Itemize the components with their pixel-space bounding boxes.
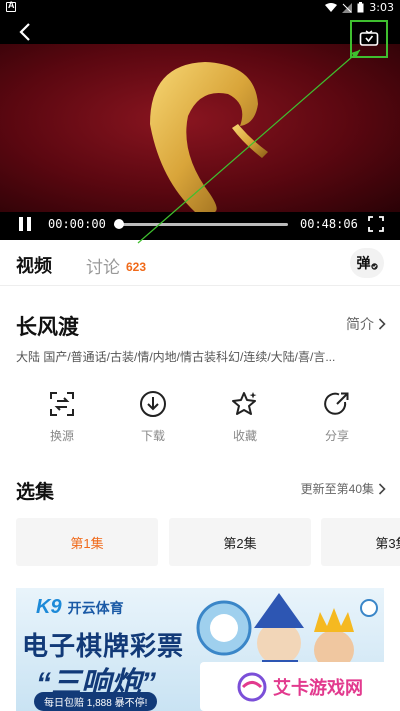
episode-item-2[interactable]: 第2集	[169, 518, 311, 566]
danmu-toggle-button[interactable]: 弹	[350, 248, 384, 278]
total-time: 00:48:06	[300, 217, 358, 231]
tv-cast-icon	[359, 30, 379, 46]
clock: 3:03	[369, 1, 394, 14]
download-icon	[140, 391, 166, 417]
episode-item-1[interactable]: 第1集	[16, 518, 158, 566]
cast-tv-button[interactable]	[350, 20, 388, 58]
watermark-text: 艾卡游戏网	[273, 677, 363, 698]
favorite-button[interactable]: 收藏	[215, 390, 275, 444]
video-player[interactable]: 00:00:00 00:48:06	[0, 16, 400, 240]
video-frame	[0, 44, 400, 212]
signal-icon	[342, 2, 353, 13]
current-time: 00:00:00	[48, 217, 106, 231]
chevron-right-icon	[378, 482, 386, 495]
danmu-check-icon	[370, 262, 378, 270]
ad-brand-logo: K9	[36, 596, 62, 618]
back-arrow-icon[interactable]	[16, 22, 36, 42]
episode-list: 第1集 第2集 第3集	[16, 518, 400, 566]
player-controls: 00:00:00 00:48:06	[0, 210, 400, 240]
switch-source-icon	[50, 392, 74, 416]
episodes-title: 选集	[16, 482, 55, 503]
site-watermark: 艾卡游戏网	[200, 662, 400, 711]
download-button[interactable]: 下载	[123, 390, 183, 444]
intro-link[interactable]: 简介	[346, 314, 386, 334]
episode-item-3[interactable]: 第3集	[321, 518, 400, 566]
ad-brand-name: 开云体育	[67, 599, 124, 616]
favorite-label: 收藏	[232, 429, 257, 443]
star-icon	[232, 392, 257, 415]
battery-icon	[357, 2, 364, 13]
intro-label: 简介	[346, 316, 374, 332]
progress-thumb[interactable]	[114, 219, 124, 229]
tab-bar: 视频 讨论 623 弹	[0, 240, 400, 286]
progress-bar[interactable]	[114, 219, 288, 229]
ad-pill: 每日包赔 1,888 暴不停!	[34, 692, 158, 711]
chevron-right-icon	[378, 318, 386, 330]
show-title: 长风渡	[16, 316, 79, 339]
episodes-more-link[interactable]: 更新至第40集	[301, 480, 386, 497]
show-tags: 大陆 国产/普通话/古装/情/内地/情古装科幻/连续/大陆/喜/言...	[16, 350, 336, 364]
danmu-label: 弹	[356, 255, 371, 271]
switch-source-button[interactable]: 换源	[32, 390, 92, 444]
share-button[interactable]: 分享	[307, 390, 367, 444]
download-label: 下载	[140, 429, 165, 443]
wifi-icon	[325, 2, 338, 12]
fullscreen-icon[interactable]	[368, 216, 384, 232]
discuss-count-badge: 623	[126, 260, 147, 274]
watermark-logo-icon	[237, 672, 267, 701]
switch-source-label: 换源	[49, 429, 74, 443]
update-status: 更新至第40集	[300, 482, 374, 496]
app-notification-icon	[6, 0, 16, 12]
action-row: 换源 下载 收藏 分享	[0, 390, 400, 450]
tab-discuss[interactable]: 讨论	[86, 253, 120, 278]
ad-brand: K9 开云体育	[36, 596, 124, 619]
pause-icon[interactable]	[18, 217, 32, 231]
tab-video[interactable]: 视频	[16, 252, 52, 278]
share-label: 分享	[324, 429, 349, 443]
gold-swirl-graphic	[150, 62, 268, 212]
share-icon	[324, 392, 349, 415]
status-bar: 3:03	[0, 0, 400, 16]
